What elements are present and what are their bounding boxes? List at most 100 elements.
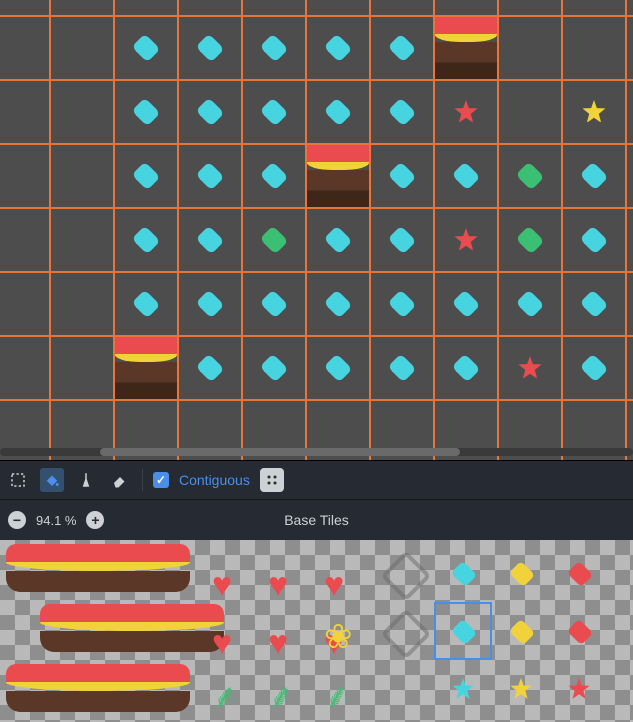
tile-cell[interactable] (306, 336, 370, 400)
tile-cell[interactable] (370, 80, 434, 144)
tile-cell[interactable] (242, 0, 306, 16)
foliage-tile[interactable]: ♥ (324, 568, 344, 602)
tile-cell[interactable] (562, 16, 626, 80)
tile-cell[interactable] (434, 80, 498, 144)
selection-tool-button[interactable] (6, 468, 30, 492)
tile-cell[interactable] (434, 144, 498, 208)
tile-cell[interactable] (306, 272, 370, 336)
tile-cell[interactable] (114, 0, 178, 16)
tile-cell[interactable] (306, 16, 370, 80)
tile-cell[interactable] (434, 16, 498, 80)
tile-cell[interactable] (178, 144, 242, 208)
star-tile[interactable] (510, 678, 532, 700)
tile-cell[interactable] (498, 336, 562, 400)
tile-cell[interactable] (434, 0, 498, 16)
tile-cell[interactable] (50, 16, 114, 80)
tile-cell[interactable] (0, 80, 50, 144)
tile-cell[interactable] (114, 272, 178, 336)
tile-cell[interactable] (562, 144, 626, 208)
tile-cell[interactable] (370, 144, 434, 208)
tile-cell[interactable] (178, 0, 242, 16)
bucket-tool-button[interactable] (40, 468, 64, 492)
foliage-tile[interactable]: ♥ (212, 626, 232, 660)
tile-cell[interactable] (50, 0, 114, 16)
tile-cell[interactable] (434, 272, 498, 336)
tile-cell[interactable] (306, 144, 370, 208)
tile-cell[interactable] (498, 144, 562, 208)
tile-cell[interactable] (242, 272, 306, 336)
tile-cell[interactable] (242, 144, 306, 208)
picker-tool-button[interactable] (74, 468, 98, 492)
tile-cell[interactable] (626, 144, 633, 208)
tile-cell[interactable] (306, 80, 370, 144)
tile-cell[interactable] (242, 336, 306, 400)
tile-cell[interactable] (0, 0, 50, 16)
tile-cell[interactable] (626, 0, 633, 16)
tile-cell[interactable] (50, 208, 114, 272)
tile-cell[interactable] (114, 336, 178, 400)
tile-cell[interactable] (50, 336, 114, 400)
tile-cell[interactable] (626, 336, 633, 400)
foliage-tile[interactable]: ⸙ (324, 680, 350, 714)
tile-cell[interactable] (178, 208, 242, 272)
platform-tile[interactable] (6, 664, 190, 712)
horizontal-scrollbar[interactable] (0, 448, 633, 456)
tile-cell[interactable] (178, 272, 242, 336)
tile-cell[interactable] (370, 0, 434, 16)
tile-cell[interactable] (626, 272, 633, 336)
tile-cell[interactable] (178, 80, 242, 144)
tile-cell[interactable] (306, 208, 370, 272)
tile-cell[interactable] (114, 80, 178, 144)
tilemap-viewport[interactable] (0, 0, 633, 460)
tile-cell[interactable] (498, 208, 562, 272)
tile-cell[interactable] (370, 16, 434, 80)
foliage-tile[interactable]: ❀ (324, 620, 353, 654)
tile-cell[interactable] (0, 144, 50, 208)
foliage-tile[interactable]: ♥ (268, 626, 288, 660)
tile-cell[interactable] (562, 208, 626, 272)
tile-cell[interactable] (242, 80, 306, 144)
tile-cell[interactable] (178, 16, 242, 80)
tile-cell[interactable] (498, 0, 562, 16)
tile-cell[interactable] (0, 272, 50, 336)
foliage-tile[interactable]: ⸙ (268, 680, 294, 714)
star-tile[interactable] (452, 678, 474, 700)
tile-cell[interactable] (306, 0, 370, 16)
tile-cell[interactable] (50, 144, 114, 208)
zoom-in-button[interactable]: + (86, 511, 104, 529)
foliage-tile[interactable]: ♥ (212, 568, 232, 602)
platform-tile[interactable] (40, 604, 224, 652)
scrollbar-thumb[interactable] (100, 448, 460, 456)
foliage-tile[interactable]: ⸙ (212, 680, 238, 714)
tile-cell[interactable] (562, 336, 626, 400)
tile-cell[interactable] (498, 272, 562, 336)
tile-cell[interactable] (242, 208, 306, 272)
tile-cell[interactable] (370, 208, 434, 272)
tile-cell[interactable] (370, 336, 434, 400)
tile-cell[interactable] (626, 16, 633, 80)
tile-cell[interactable] (114, 208, 178, 272)
eraser-tool-button[interactable] (108, 468, 132, 492)
tile-cell[interactable] (114, 16, 178, 80)
platform-tile[interactable] (6, 544, 190, 592)
tile-cell[interactable] (562, 0, 626, 16)
contiguous-checkbox[interactable] (153, 472, 169, 488)
tile-cell[interactable] (434, 208, 498, 272)
tile-palette[interactable]: ♥♥♥♥♥♥❀⸙⸙⸙ (0, 540, 633, 722)
tile-cell[interactable] (562, 80, 626, 144)
tile-cell[interactable] (562, 272, 626, 336)
tile-cell[interactable] (50, 272, 114, 336)
tile-cell[interactable] (498, 16, 562, 80)
tile-cell[interactable] (114, 144, 178, 208)
star-tile[interactable] (568, 678, 590, 700)
tile-cell[interactable] (0, 336, 50, 400)
random-tile-button[interactable] (260, 468, 284, 492)
tile-cell[interactable] (0, 208, 50, 272)
tile-cell[interactable] (626, 208, 633, 272)
tile-cell[interactable] (242, 16, 306, 80)
zoom-out-button[interactable]: − (8, 511, 26, 529)
tile-cell[interactable] (434, 336, 498, 400)
tile-cell[interactable] (178, 336, 242, 400)
tile-cell[interactable] (626, 80, 633, 144)
foliage-tile[interactable]: ♥ (268, 568, 288, 602)
